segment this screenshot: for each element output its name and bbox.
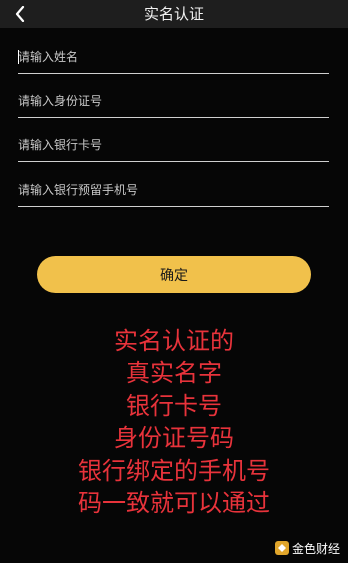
confirm-button[interactable]: 确定 xyxy=(37,256,311,293)
bank-phone-input[interactable] xyxy=(18,176,329,204)
annotation-line: 银行卡号 xyxy=(126,392,222,420)
form-container: 确定 实名认证的 真实名字 银行卡号 身份证号码 银行绑定的手机号 码一致就可以… xyxy=(0,28,348,563)
bank-card-field-row xyxy=(18,131,329,162)
annotation-line: 身份证号码 xyxy=(114,424,234,452)
text-caret xyxy=(18,50,19,64)
annotation-line: 码一致就可以通过 xyxy=(78,489,270,517)
name-input[interactable] xyxy=(18,43,329,71)
phone-field-row xyxy=(18,176,329,207)
watermark: 金色财经 xyxy=(274,539,340,557)
watermark-text: 金色财经 xyxy=(291,541,340,556)
bank-card-input[interactable] xyxy=(18,131,329,159)
nav-bar: 实名认证 xyxy=(0,0,348,28)
name-field-row xyxy=(18,43,329,74)
annotation-line: 银行绑定的手机号 xyxy=(78,457,270,485)
id-number-input[interactable] xyxy=(18,87,329,115)
id-number-field-row xyxy=(18,87,329,118)
page-title: 实名认证 xyxy=(143,5,204,23)
watermark-logo-icon xyxy=(274,541,289,555)
annotation-line: 实名认证的 xyxy=(114,327,234,355)
annotation-line: 真实名字 xyxy=(126,359,222,387)
